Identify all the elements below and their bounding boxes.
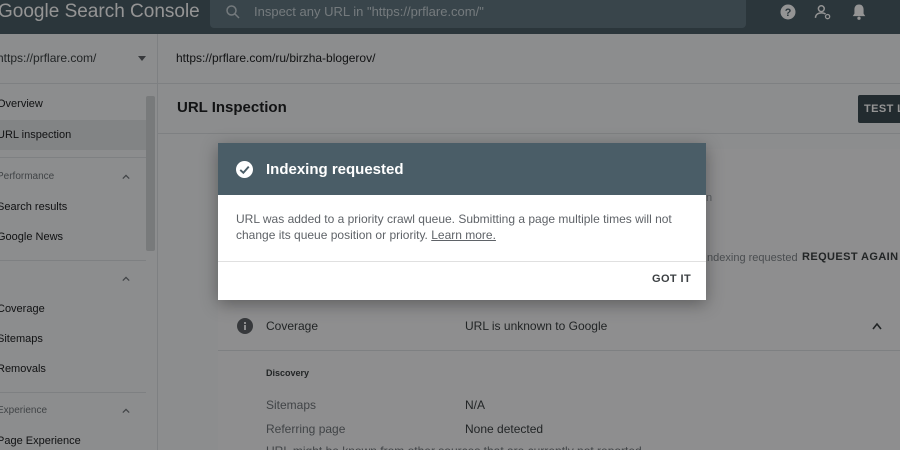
- check-circle-icon: [236, 161, 253, 178]
- indexing-requested-dialog: Indexing requested URL was added to a pr…: [218, 143, 706, 300]
- got-it-button[interactable]: GOT IT: [652, 273, 691, 285]
- dialog-body: URL was added to a priority crawl queue.…: [236, 211, 696, 243]
- dialog-header: Indexing requested: [218, 143, 706, 195]
- learn-more-link[interactable]: Learn more.: [431, 228, 496, 242]
- dialog-title: Indexing requested: [266, 161, 404, 178]
- dialog-divider: [218, 261, 706, 262]
